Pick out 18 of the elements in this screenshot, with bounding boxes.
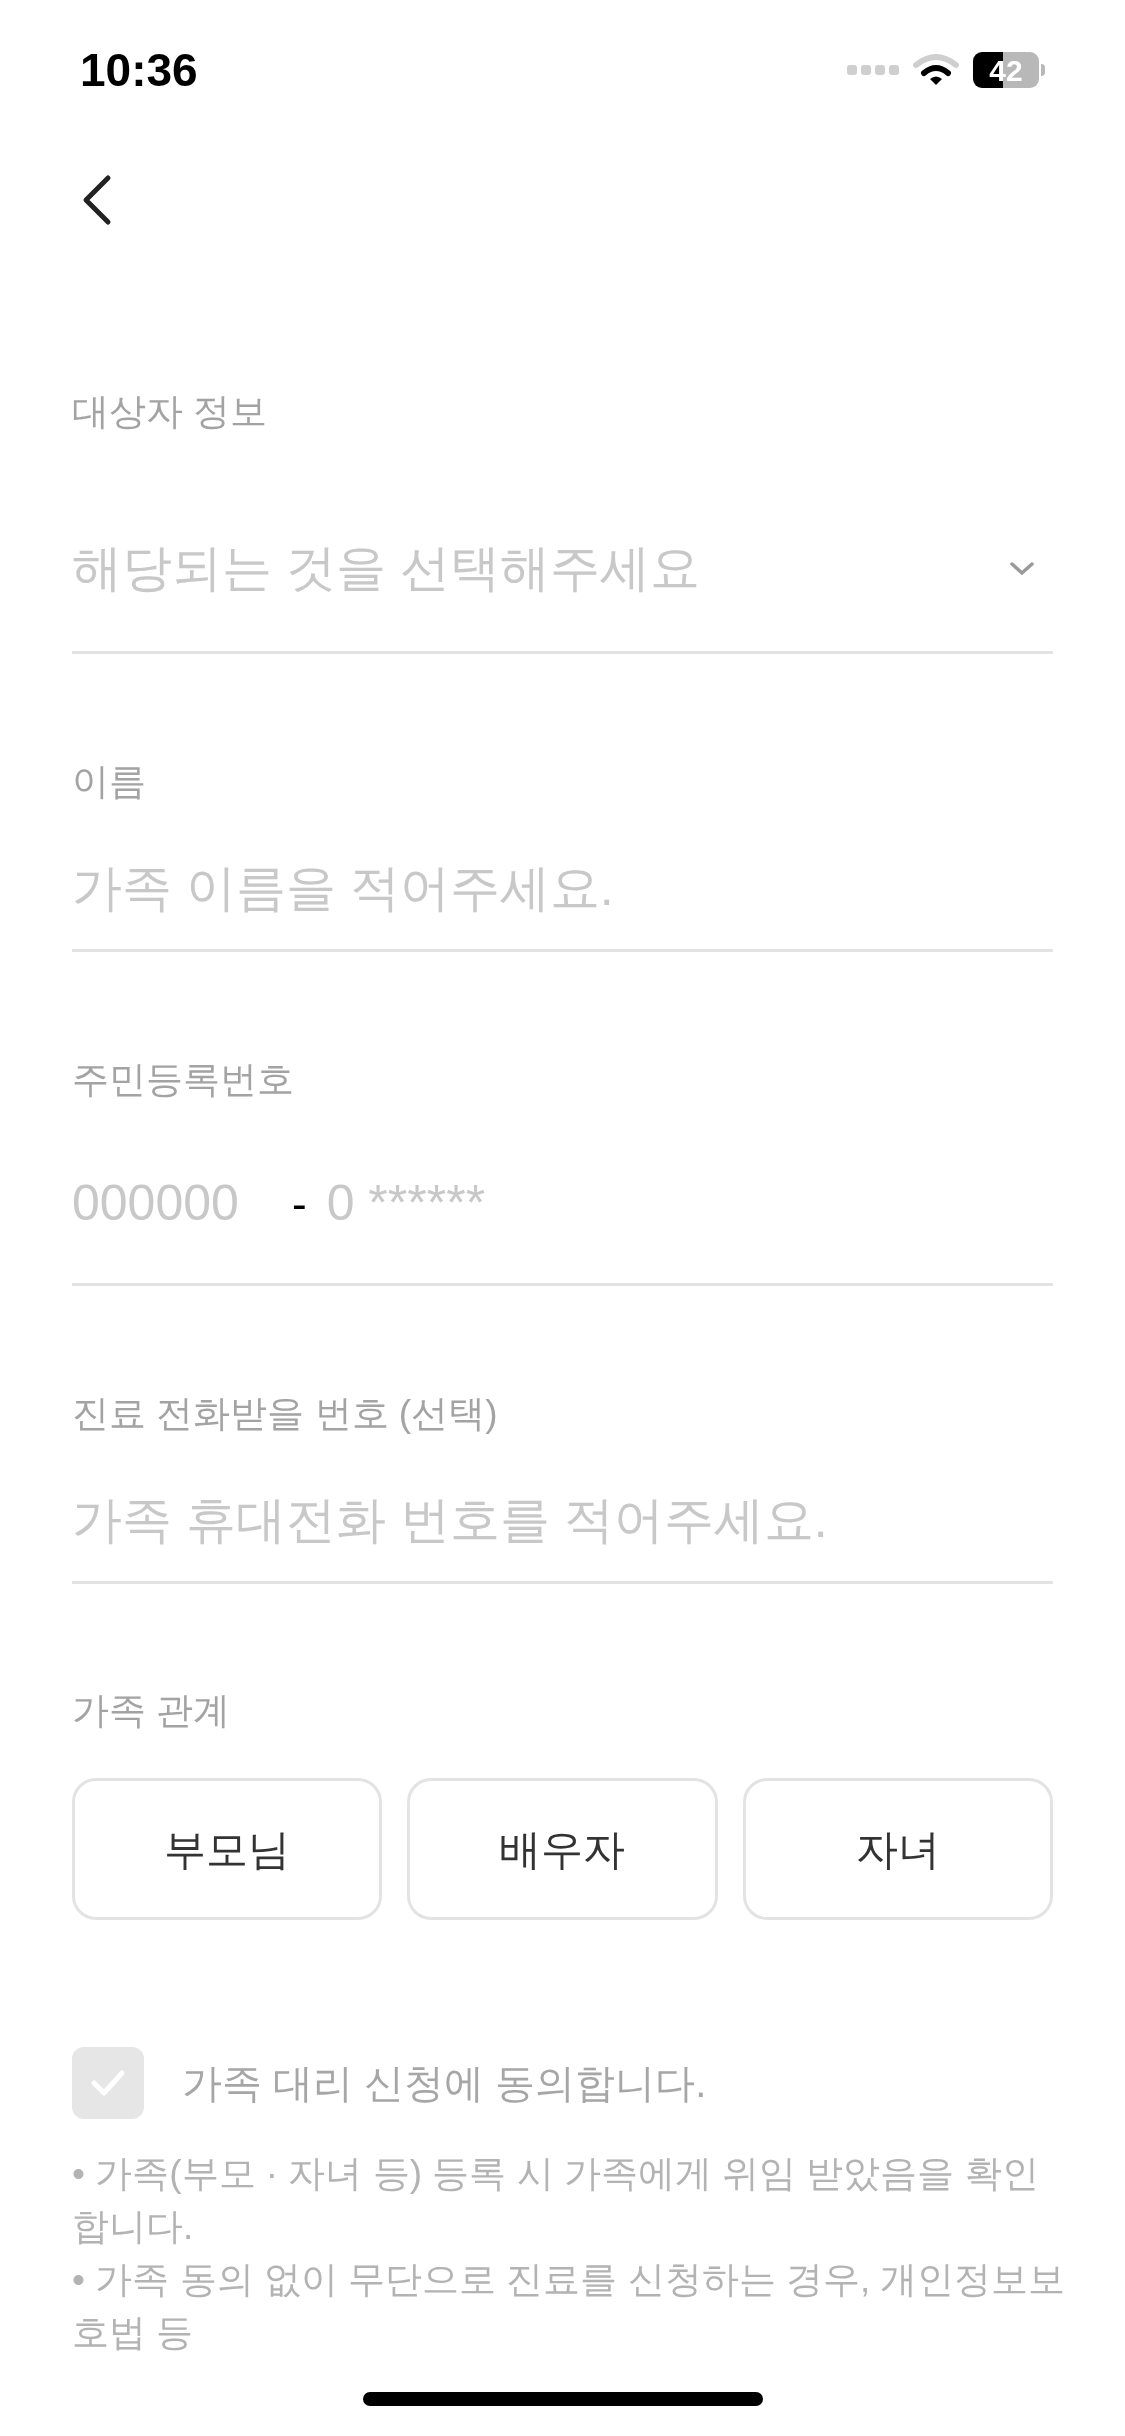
notice-text: • 가족 동의 없이 무단으로 진료를 신청하는 경우, 개인정보보호법 등 bbox=[72, 2258, 1067, 2355]
relationship-option[interactable]: 배우자 bbox=[407, 1778, 718, 1920]
relationship-option[interactable]: 자녀 bbox=[742, 1778, 1053, 1920]
notice-text: • 가족(부모 · 자녀 등) 등록 시 가족에게 위임 받았음을 확인합니다. bbox=[72, 2152, 1040, 2249]
status-time: 10:36 bbox=[80, 42, 198, 98]
rrn-separator: - bbox=[292, 1177, 307, 1230]
wifi-icon bbox=[913, 53, 959, 87]
field-label: 주민등록번호 bbox=[72, 1058, 295, 1102]
field-label: 진료 전화받을 번호 (선택) bbox=[72, 1392, 499, 1436]
consent-checkbox[interactable] bbox=[72, 2047, 144, 2119]
check-icon bbox=[90, 2069, 126, 2097]
signal-icon bbox=[847, 64, 899, 76]
field-label: 이름 bbox=[72, 760, 147, 804]
chevron-down-icon bbox=[1009, 560, 1035, 577]
consent-label: 가족 대리 신청에 동의합니다. bbox=[182, 2060, 707, 2107]
field-label: 가족 관계 bbox=[72, 1689, 232, 1733]
relationship-option[interactable]: 부모님 bbox=[72, 1778, 383, 1920]
field-label: 대상자 정보 bbox=[72, 390, 269, 434]
